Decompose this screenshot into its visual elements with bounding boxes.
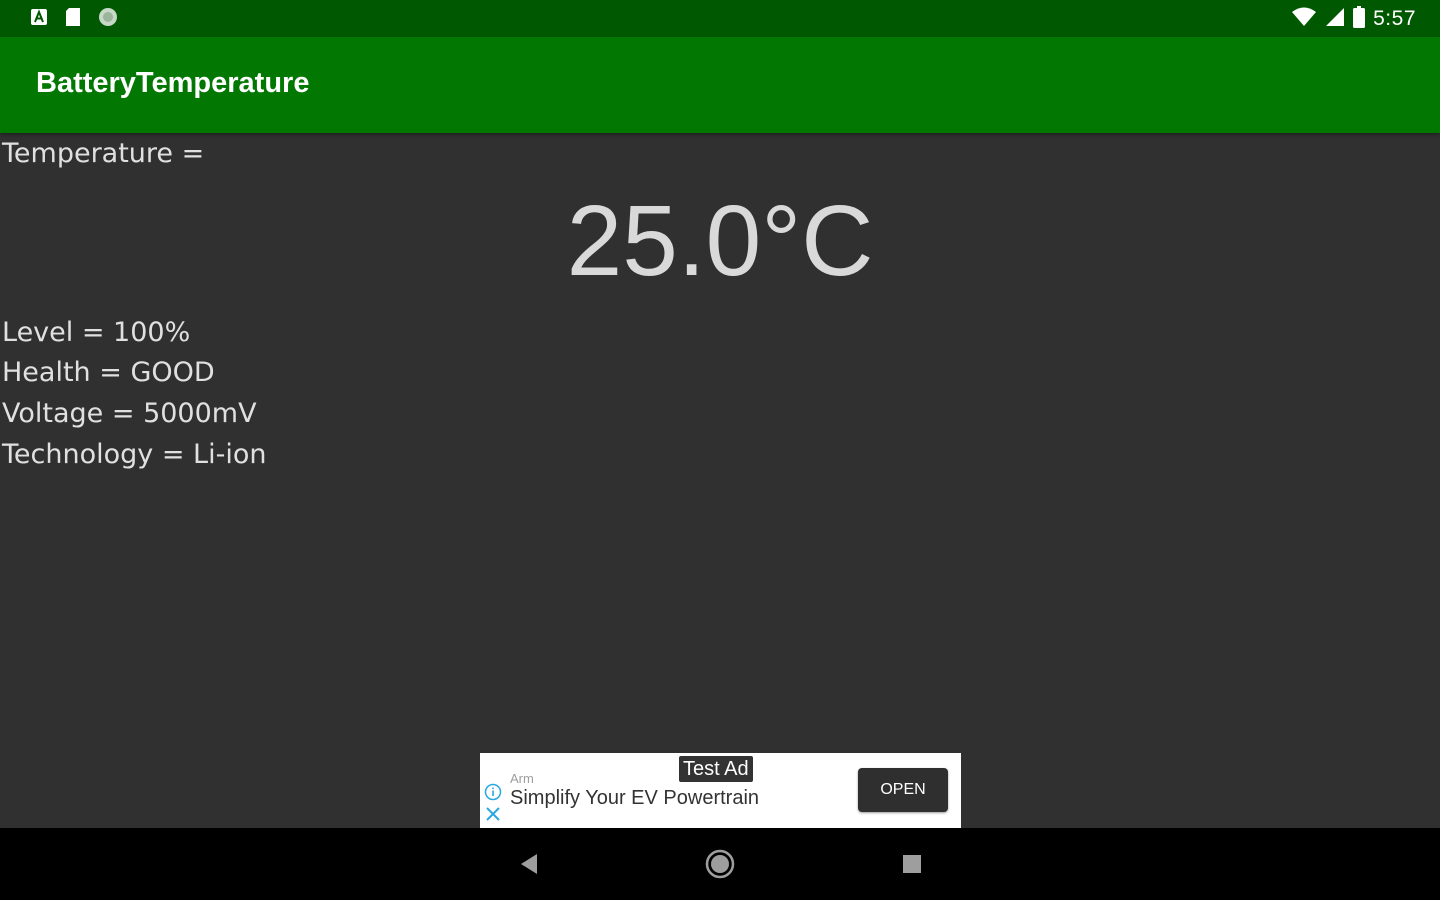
nav-bar [0, 828, 1440, 900]
recents-icon[interactable] [896, 848, 928, 880]
sd-card-icon [64, 7, 82, 31]
status-bar-right: 5:57 [1291, 6, 1416, 32]
ad-open-button[interactable]: OPEN [858, 768, 948, 812]
wifi-icon [1291, 7, 1317, 31]
ad-info-icon[interactable] [484, 783, 502, 805]
back-icon[interactable] [512, 848, 544, 880]
app-title: BatteryTemperature [36, 67, 310, 99]
test-ad-badge: Test Ad [679, 756, 753, 782]
ad-headline[interactable]: Simplify Your EV Powertrain [510, 787, 759, 810]
status-bar-time: 5:57 [1373, 7, 1416, 30]
app-bar: BatteryTemperature [0, 37, 1440, 133]
circle-notification-icon [98, 7, 118, 31]
battery-technology: Technology = Li-ion [2, 439, 267, 470]
ad-close-icon[interactable] [485, 806, 501, 826]
ad-banner[interactable]: Test Ad Arm Simplify Your EV Powertrain … [480, 753, 961, 828]
home-icon[interactable] [704, 848, 736, 880]
notification-a-icon [30, 8, 48, 30]
status-bar: 5:57 [0, 0, 1440, 37]
battery-health: Health = GOOD [2, 357, 215, 388]
status-bar-left-icons [30, 8, 118, 30]
battery-voltage: Voltage = 5000mV [2, 398, 257, 429]
screen: 5:57 BatteryTemperature Temperature = 25… [0, 0, 1440, 900]
cell-signal-icon [1325, 7, 1345, 31]
battery-level: Level = 100% [2, 317, 191, 348]
temperature-value: 25.0°C [566, 185, 874, 297]
battery-icon [1353, 6, 1366, 32]
temperature-label: Temperature = [2, 138, 205, 169]
ad-advertiser: Arm [510, 771, 534, 786]
battery-info-content: Temperature = 25.0°C Level = 100% Health… [0, 133, 1440, 828]
